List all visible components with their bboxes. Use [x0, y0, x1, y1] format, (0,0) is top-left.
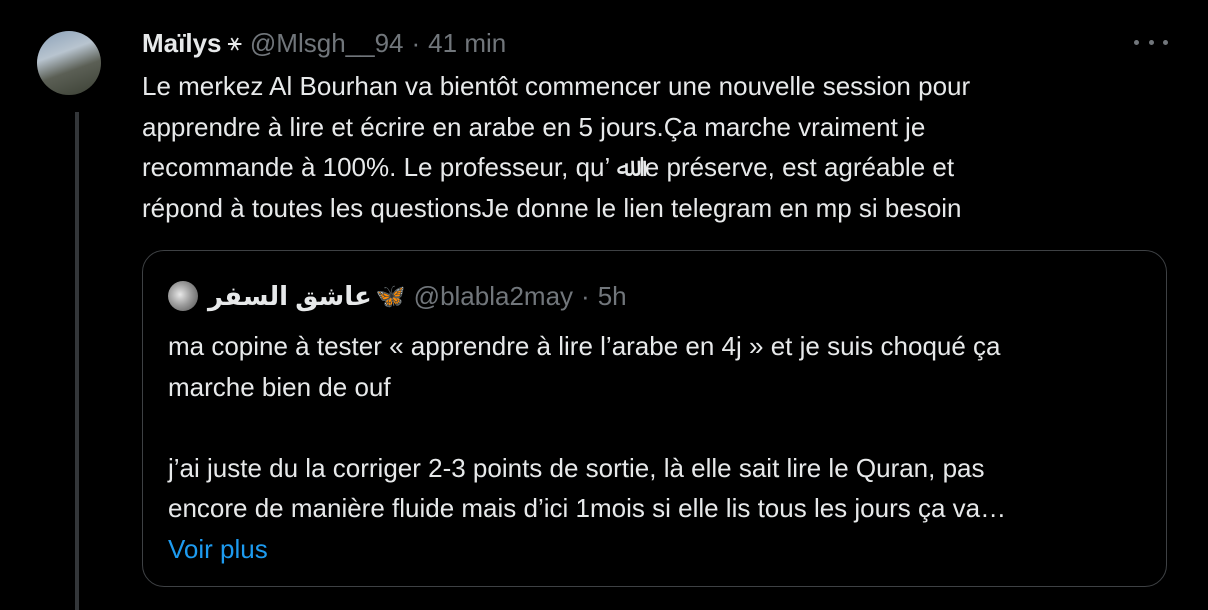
quoted-text-line	[168, 407, 1158, 448]
thread-line	[75, 112, 79, 610]
tweet-text-line: répond à toutes les questionsJe donne le…	[142, 192, 962, 223]
show-more-link[interactable]: Voir plus	[168, 529, 1158, 570]
quoted-tweet-header: عاشق السفر 🦋 @blabla2may · 5h	[168, 279, 627, 313]
tweet-text: Le merkez Al Bourhan va bientôt commence…	[142, 66, 1142, 228]
tweet-header: Maïlys ⚹ @Mlsgh__94 · 41 min	[142, 28, 506, 58]
tweet-time[interactable]: 41 min	[428, 28, 506, 59]
quoted-text-line: j’ai juste du la corriger 2-3 points de …	[168, 452, 985, 483]
dot	[1134, 39, 1139, 45]
separator-dot: ·	[411, 27, 421, 58]
dot	[1148, 39, 1154, 45]
author-avatar[interactable]	[37, 31, 101, 95]
separator-dot: ·	[581, 280, 590, 311]
quoted-text-line: encore de manière fluide mais d’ici 1moi…	[168, 493, 1007, 523]
more-options-icon[interactable]	[1134, 30, 1168, 54]
quoted-tweet[interactable]: عاشق السفر 🦋 @blabla2may · 5h ma copine …	[142, 250, 1167, 587]
quoted-author-handle[interactable]: @blabla2may	[414, 281, 573, 312]
tweet-text-line: recommande à 100%. Le professeur, qu’ ﷲ …	[142, 152, 955, 182]
tweet-text-line: Le merkez Al Bourhan va bientôt commence…	[142, 71, 971, 101]
author-handle[interactable]: @Mlsgh__94	[250, 28, 404, 59]
asterisk-badge-icon: ⚹	[227, 29, 242, 56]
quoted-text-line: ma copine à tester « apprendre à lire l’…	[168, 331, 1001, 361]
quoted-tweet-time[interactable]: 5h	[598, 281, 627, 312]
author-name[interactable]: Maïlys	[142, 28, 222, 59]
quoted-author-avatar[interactable]	[168, 281, 198, 311]
butterfly-icon: 🦋	[375, 282, 406, 310]
quoted-tweet-text: ma copine à tester « apprendre à lire l’…	[168, 326, 1158, 569]
dot	[1163, 39, 1168, 45]
quoted-author-name[interactable]: عاشق السفر	[208, 281, 372, 312]
tweet-text-line: apprendre à lire et écrire en arabe en 5…	[142, 111, 926, 142]
quoted-text-line: marche bien de ouf	[168, 371, 391, 402]
